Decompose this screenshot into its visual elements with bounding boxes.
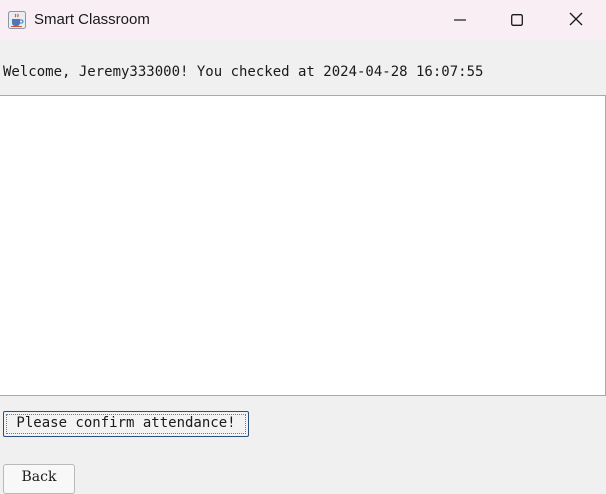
close-icon [569, 11, 583, 30]
attendance-text-area[interactable] [0, 95, 606, 396]
title-bar[interactable]: Smart Classroom [0, 0, 606, 40]
back-button-label: Back [21, 469, 57, 485]
java-cup-icon [8, 11, 26, 29]
minimize-button[interactable] [431, 0, 489, 40]
back-button[interactable]: Back [3, 464, 75, 494]
confirm-attendance-label: Please confirm attendance! [16, 415, 236, 431]
minimize-icon [454, 11, 466, 30]
maximize-icon [511, 11, 523, 30]
welcome-message: Welcome, Jeremy333000! You checked at 20… [3, 64, 484, 80]
maximize-button[interactable] [488, 0, 546, 40]
window-title: Smart Classroom [34, 11, 150, 28]
close-button[interactable] [547, 0, 605, 40]
confirm-attendance-button[interactable]: Please confirm attendance! [3, 411, 249, 437]
